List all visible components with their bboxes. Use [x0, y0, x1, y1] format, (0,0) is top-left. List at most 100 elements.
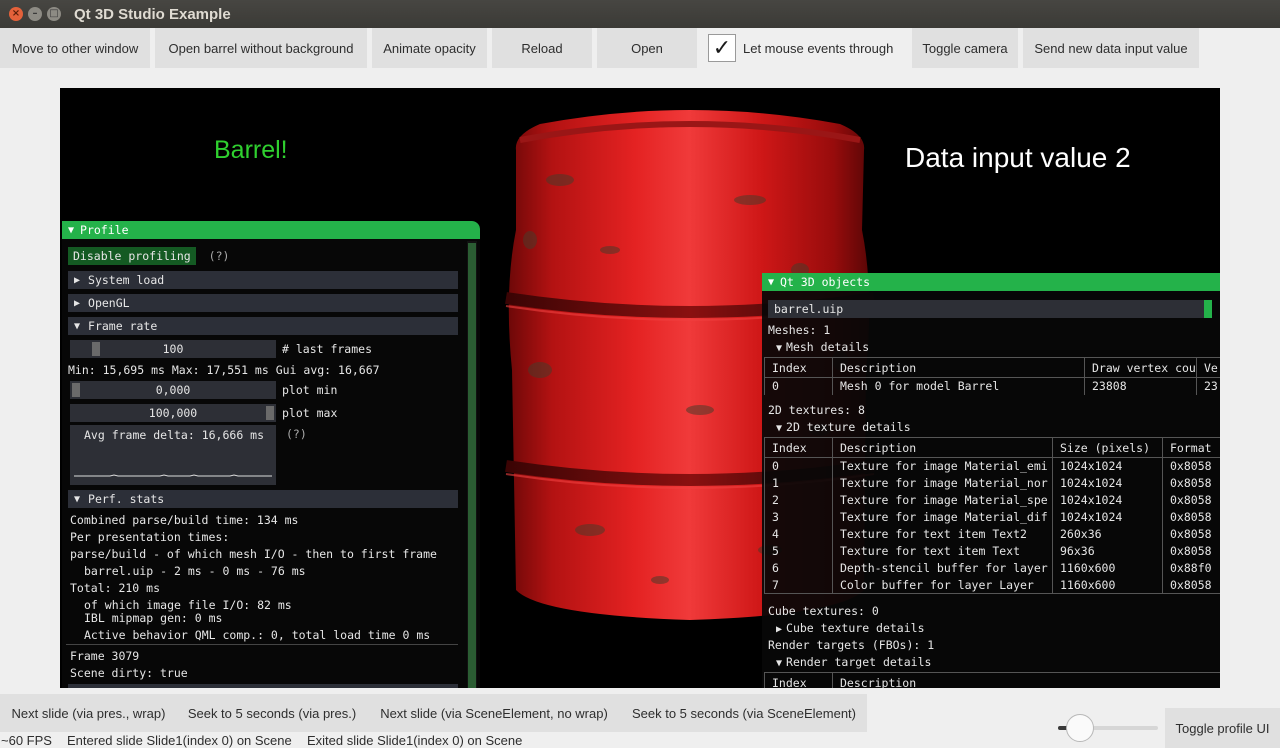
- collapse-triangle-icon: ▼: [776, 658, 783, 669]
- help-marker[interactable]: (?): [209, 249, 230, 263]
- table-cell: 1024x1024: [1052, 491, 1163, 509]
- render-target-details-header[interactable]: ▼ Render target details: [776, 655, 931, 669]
- table-cell: 1: [764, 474, 833, 492]
- table-cell: 6: [764, 559, 833, 577]
- column-header: Draw vertex cou: [1084, 357, 1197, 378]
- render-targets-count: Render targets (FBOs): 1: [768, 638, 935, 652]
- column-header: Description: [832, 437, 1053, 458]
- column-header: Description: [832, 672, 1220, 688]
- table-cell: 0x8058: [1162, 457, 1220, 475]
- window-titlebar: × – □ Qt 3D Studio Example: [0, 0, 1280, 28]
- next-slide-element-button[interactable]: Next slide (via SceneElement, no wrap): [367, 694, 621, 732]
- table-cell: Mesh 0 for model Barrel: [832, 377, 1085, 395]
- mouse-through-checkbox[interactable]: ✓: [708, 34, 736, 62]
- objects-panel-title[interactable]: ▼ Qt 3D objects: [762, 273, 1220, 291]
- frame-delta-plot-line: [74, 474, 272, 477]
- meshes-count: Meshes: 1: [768, 323, 831, 337]
- presentation-combo[interactable]: barrel.uip: [768, 300, 1212, 318]
- opacity-slider[interactable]: [1058, 714, 1158, 742]
- profile-panel-title[interactable]: ▼ Profile: [62, 221, 480, 239]
- combo-value: barrel.uip: [774, 302, 844, 316]
- system-load-header[interactable]: ▶ System load: [68, 271, 458, 289]
- next-section-header[interactable]: [68, 684, 458, 688]
- toggle-camera-button[interactable]: Toggle camera: [912, 28, 1018, 68]
- active-behavior-stats: Active behavior QML comp.: 0, total load…: [84, 628, 431, 642]
- window-close-icon[interactable]: ×: [9, 7, 23, 21]
- scene-dirty-status: Scene dirty: true: [70, 666, 188, 680]
- barrel-times: barrel.uip - 2 ms - 0 ms - 76 ms: [84, 564, 306, 578]
- last-frames-slider[interactable]: 100: [70, 340, 276, 358]
- table-cell: 0x8058: [1162, 491, 1220, 509]
- column-header: Index: [764, 672, 833, 688]
- slider-handle[interactable]: [1066, 714, 1094, 742]
- table-cell: 0x8058: [1162, 542, 1220, 560]
- collapse-triangle-icon: ▼: [74, 320, 81, 332]
- opengl-header[interactable]: ▶ OpenGL: [68, 294, 458, 312]
- table-cell: 0x8058: [1162, 508, 1220, 526]
- collapse-triangle-icon[interactable]: ▼: [68, 225, 74, 236]
- mesh-details-header[interactable]: ▼ Mesh details: [776, 340, 869, 354]
- table-cell: 1024x1024: [1052, 474, 1163, 492]
- qt3d-objects-panel[interactable]: ▼ Qt 3D objects barrel.uip Meshes: 1 ▼ Me…: [762, 273, 1220, 688]
- table-row: 0 Mesh 0 for model Barrel 23808 23: [764, 377, 1220, 395]
- profile-title: Profile: [80, 223, 129, 237]
- open-barrel-button[interactable]: Open barrel without background: [155, 28, 367, 68]
- table-cell: 0x8058: [1162, 525, 1220, 543]
- help-marker-2[interactable]: (?): [286, 427, 307, 441]
- table-cell: 96x36: [1052, 542, 1163, 560]
- window-title: Qt 3D Studio Example: [74, 6, 231, 23]
- divider: [66, 644, 458, 645]
- profile-panel[interactable]: ▼ Profile Disable profiling (?) ▶ System…: [62, 221, 480, 688]
- scrollbar-thumb[interactable]: [468, 243, 476, 688]
- table-cell: 2: [764, 491, 833, 509]
- collapse-triangle-icon[interactable]: ▼: [768, 277, 774, 288]
- toggle-profile-ui-button[interactable]: Toggle profile UI: [1165, 708, 1280, 748]
- table-cell: 0: [764, 457, 833, 475]
- table-row: 3 Texture for image Material_dif 1024x1024…: [764, 508, 1220, 526]
- scene-viewport[interactable]: Barrel! Data input value 2 ▼ Profile Dis…: [60, 88, 1220, 688]
- mesh-table: Index Description Draw vertex cou Ve 0 M…: [764, 357, 1220, 395]
- entered-slide-status: Entered slide Slide1(index 0) on Scene: [67, 733, 292, 748]
- table-row: 2 Texture for image Material_spe 1024x1024…: [764, 491, 1220, 509]
- frame-rate-label: Frame rate: [88, 319, 158, 333]
- mouse-through-option[interactable]: ✓ Let mouse events through: [699, 28, 908, 68]
- cube-details-header[interactable]: ▶ Cube texture details: [776, 621, 925, 635]
- perf-stats-header[interactable]: ▼ Perf. stats: [68, 490, 458, 508]
- table-cell: Texture for text item Text: [832, 542, 1053, 560]
- frame-time-stats: Min: 15,695 ms Max: 17,551 ms Gui avg: 1…: [68, 363, 380, 377]
- collapse-triangle-icon: ▼: [74, 493, 81, 505]
- window-maximize-icon[interactable]: □: [47, 7, 61, 21]
- render-target-details-label: Render target details: [786, 655, 932, 669]
- table-cell: 5: [764, 542, 833, 560]
- texture-table-header: Index Description Size (pixels) Format: [764, 437, 1220, 458]
- next-slide-pres-button[interactable]: Next slide (via pres., wrap): [0, 694, 177, 732]
- seek-pres-button[interactable]: Seek to 5 seconds (via pres.): [177, 694, 367, 732]
- combo-arrow-button[interactable]: [1204, 300, 1212, 318]
- profile-scrollbar[interactable]: [467, 241, 477, 688]
- open-button[interactable]: Open: [597, 28, 697, 68]
- seek-element-button[interactable]: Seek to 5 seconds (via SceneElement): [621, 694, 867, 732]
- animate-opacity-button[interactable]: Animate opacity: [372, 28, 487, 68]
- combined-parse-time: Combined parse/build time: 134 ms: [70, 513, 299, 527]
- disable-profiling-button[interactable]: Disable profiling: [68, 247, 196, 265]
- frame-rate-header[interactable]: ▼ Frame rate: [68, 317, 458, 335]
- parse-build-header: parse/build - of which mesh I/O - then t…: [70, 547, 437, 561]
- plot-min-slider[interactable]: 0,000: [70, 381, 276, 399]
- image-io-time: of which image file I/O: 82 ms: [84, 598, 292, 612]
- column-header: Description: [832, 357, 1085, 378]
- table-cell: Texture for image Material_emi: [832, 457, 1053, 475]
- table-cell: 1160x600: [1052, 576, 1163, 594]
- collapse-triangle-icon: ▼: [776, 423, 783, 434]
- texture-details-header[interactable]: ▼ 2D texture details: [776, 420, 911, 434]
- table-cell: 260x36: [1052, 525, 1163, 543]
- window-minimize-icon[interactable]: –: [28, 7, 42, 21]
- move-window-button[interactable]: Move to other window: [0, 28, 150, 68]
- table-row: 7 Color buffer for layer Layer 1160x600 0x8…: [764, 576, 1220, 594]
- table-row: 4 Texture for text item Text2 260x36 0x8058: [764, 525, 1220, 543]
- cube-details-label: Cube texture details: [786, 621, 925, 635]
- send-data-input-button[interactable]: Send new data input value: [1023, 28, 1199, 68]
- table-cell: 1160x600: [1052, 559, 1163, 577]
- mesh-details-label: Mesh details: [786, 340, 870, 354]
- reload-button[interactable]: Reload: [492, 28, 592, 68]
- plot-max-slider[interactable]: 100,000: [70, 404, 276, 422]
